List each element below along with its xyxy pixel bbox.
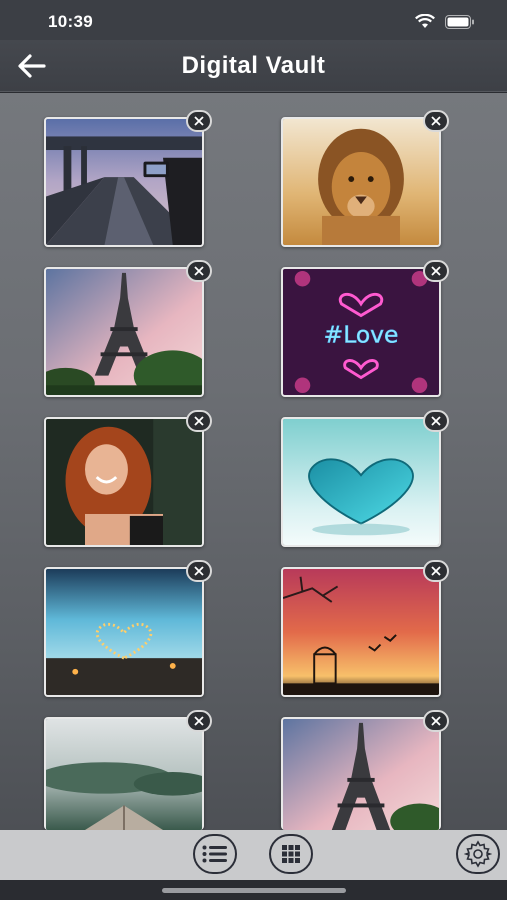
road-bridge-photo xyxy=(46,119,202,245)
close-icon xyxy=(431,416,441,426)
photo-tile[interactable]: #Love xyxy=(281,260,449,397)
status-time: 10:39 xyxy=(48,12,93,31)
photo-tile[interactable] xyxy=(281,110,449,247)
sunset-birdcage-photo xyxy=(283,569,439,695)
close-icon xyxy=(194,716,204,726)
close-icon xyxy=(431,716,441,726)
eiffel-tower-photo-2 xyxy=(283,719,439,830)
photo-tile[interactable] xyxy=(44,710,212,830)
photo-tile[interactable] xyxy=(44,410,212,547)
status-icons xyxy=(415,14,475,29)
list-icon xyxy=(202,845,227,863)
photo-tile[interactable] xyxy=(281,710,449,830)
remove-photo-button[interactable] xyxy=(186,560,212,582)
remove-photo-button[interactable] xyxy=(186,110,212,132)
page-title: Digital Vault xyxy=(181,52,326,79)
photo-tile[interactable] xyxy=(44,560,212,697)
home-indicator-area xyxy=(0,880,507,900)
love-neon-photo: #Love xyxy=(283,269,439,395)
grid-icon xyxy=(282,845,300,863)
book-landscape-photo xyxy=(46,719,202,830)
close-icon xyxy=(194,266,204,276)
battery-icon xyxy=(445,14,474,29)
heart-lights-photo xyxy=(46,569,202,695)
nav-bar: Digital Vault xyxy=(0,40,507,92)
home-indicator xyxy=(162,888,346,893)
close-icon xyxy=(431,266,441,276)
bottom-toolbar xyxy=(0,830,507,880)
close-icon xyxy=(194,416,204,426)
photo-tile[interactable] xyxy=(44,260,212,397)
gear-icon xyxy=(464,840,492,868)
svg-text:#Love: #Love xyxy=(324,321,399,349)
glass-heart-photo xyxy=(283,419,439,545)
close-icon xyxy=(431,116,441,126)
remove-photo-button[interactable] xyxy=(423,110,449,132)
remove-photo-button[interactable] xyxy=(423,710,449,732)
close-icon xyxy=(431,566,441,576)
remove-photo-button[interactable] xyxy=(186,410,212,432)
status-bar: 10:39 xyxy=(0,0,507,40)
close-icon xyxy=(194,566,204,576)
remove-photo-button[interactable] xyxy=(423,560,449,582)
photo-grid: #Love xyxy=(0,93,507,830)
woman-red-hair-photo xyxy=(46,419,202,545)
photo-tile[interactable] xyxy=(281,410,449,547)
photo-tile[interactable] xyxy=(281,560,449,697)
list-view-button[interactable] xyxy=(193,834,237,874)
remove-photo-button[interactable] xyxy=(423,410,449,432)
wifi-icon xyxy=(415,14,435,28)
close-icon xyxy=(194,116,204,126)
eiffel-tower-photo xyxy=(46,269,202,395)
remove-photo-button[interactable] xyxy=(186,260,212,282)
grid-view-button[interactable] xyxy=(269,834,313,874)
settings-button[interactable] xyxy=(456,834,500,874)
remove-photo-button[interactable] xyxy=(423,260,449,282)
remove-photo-button[interactable] xyxy=(186,710,212,732)
lion-photo xyxy=(283,119,439,245)
photo-tile[interactable] xyxy=(44,110,212,247)
